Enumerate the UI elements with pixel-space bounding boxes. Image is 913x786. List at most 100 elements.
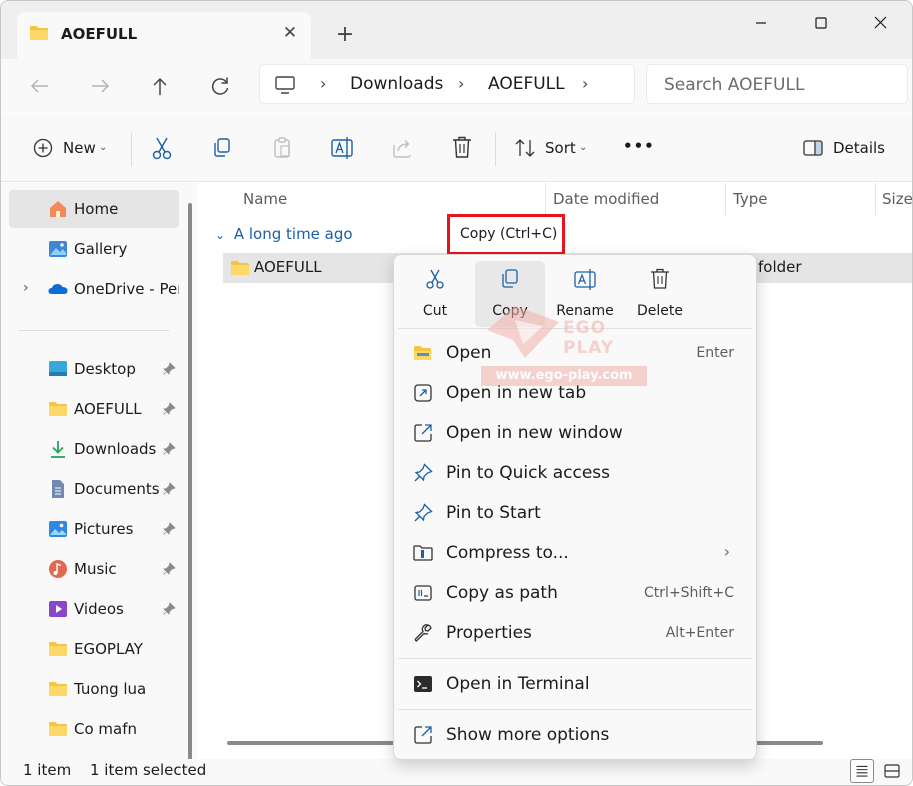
new-button[interactable]: New ⌄ <box>31 131 113 165</box>
sidebar-item-videos[interactable]: Videos <box>9 590 179 628</box>
context-copy-button[interactable]: Copy <box>475 261 545 327</box>
column-date-modified[interactable]: Date modified <box>553 190 659 208</box>
sidebar-item-gallery[interactable]: Gallery <box>9 230 179 268</box>
sidebar-item-tuong-lua[interactable]: Tuong lua <box>9 670 179 708</box>
more-button[interactable]: ••• <box>621 131 654 165</box>
menu-item-label: Open in new window <box>446 423 623 443</box>
up-arrow-icon[interactable] <box>143 69 177 103</box>
address-bar[interactable]: › Downloads › AOEFULL › <box>259 64 635 104</box>
selection-count: 1 item selected <box>90 761 207 779</box>
chevron-down-icon: ⌄ <box>99 142 108 153</box>
chevron-down-icon[interactable]: ⌄ <box>215 228 225 242</box>
context-delete-button[interactable]: Delete <box>625 261 695 327</box>
plus-circle-icon <box>33 138 53 158</box>
breadcrumb-downloads[interactable]: Downloads <box>350 74 443 94</box>
menu-item-label: Open in Terminal <box>446 674 590 694</box>
sidebar-item-music[interactable]: Music <box>9 550 179 588</box>
pin-icon[interactable] <box>162 602 176 616</box>
sidebar-item-co-mafn[interactable]: Co mafn <box>9 710 179 748</box>
close-icon[interactable]: ✕ <box>279 22 301 44</box>
context-cut-button[interactable]: Cut <box>400 261 470 327</box>
menu-item-open[interactable]: Open Enter <box>398 334 752 372</box>
gallery-icon <box>49 241 67 257</box>
paste-icon[interactable] <box>269 131 295 165</box>
minimize-icon[interactable] <box>738 7 784 39</box>
toolbar-divider <box>131 132 132 166</box>
sort-button[interactable]: Sort ⌄ <box>513 131 593 165</box>
delete-icon[interactable] <box>449 131 475 165</box>
menu-item-label: Copy as path <box>446 583 558 603</box>
refresh-icon[interactable] <box>203 69 237 103</box>
pin-icon[interactable] <box>162 402 176 416</box>
menu-item-pin-quick-access[interactable]: Pin to Quick access <box>398 454 752 492</box>
chevron-right-icon[interactable]: › <box>320 74 326 93</box>
menu-item-open-terminal[interactable]: Open in Terminal <box>398 665 752 703</box>
sidebar-item-desktop[interactable]: Desktop <box>9 350 179 388</box>
chevron-right-icon[interactable]: › <box>582 74 588 93</box>
menu-item-label: Open <box>446 343 492 363</box>
navigation-pane: Home Gallery › OneDrive - Perso Desktop <box>1 183 197 769</box>
tab-aoefull[interactable]: AOEFULL ✕ <box>17 12 311 59</box>
cut-label: Cut <box>422 303 448 319</box>
column-divider[interactable] <box>545 183 546 215</box>
pin-icon[interactable] <box>162 562 176 576</box>
sidebar-item-pictures[interactable]: Pictures <box>9 510 179 548</box>
pin-icon[interactable] <box>162 442 176 456</box>
share-icon[interactable] <box>389 131 415 165</box>
download-icon <box>51 441 65 458</box>
search-input[interactable]: Search AOEFULL <box>664 75 804 95</box>
column-type[interactable]: Type <box>733 190 767 208</box>
chevron-right-icon[interactable]: › <box>458 74 464 93</box>
pin-icon <box>414 503 433 522</box>
menu-item-open-new-tab[interactable]: Open in new tab <box>398 374 752 412</box>
new-tab-icon <box>414 384 432 402</box>
copy-icon[interactable] <box>209 131 235 165</box>
details-view-icon[interactable] <box>850 759 874 783</box>
plus-icon[interactable]: + <box>331 21 359 49</box>
sidebar-item-egoplay[interactable]: EGOPLAY <box>9 630 179 668</box>
column-size[interactable]: Size <box>882 190 912 208</box>
sidebar-item-label: EGOPLAY <box>74 640 143 658</box>
menu-item-shortcut: Alt+Enter <box>665 625 734 641</box>
tiles-view-icon[interactable] <box>880 759 904 783</box>
folder-icon <box>49 402 67 416</box>
details-pane-icon <box>803 140 823 156</box>
window-close-icon[interactable] <box>858 7 904 39</box>
menu-item-properties[interactable]: Properties Alt+Enter <box>398 614 752 652</box>
back-arrow-icon[interactable] <box>23 69 57 103</box>
sidebar-divider <box>19 330 169 331</box>
file-explorer-window: AOEFULL ✕ + › Downloads › AOEFULL › Sear… <box>0 0 913 786</box>
column-name[interactable]: Name <box>243 190 287 208</box>
sidebar-item-onedrive[interactable]: › OneDrive - Perso <box>9 270 179 308</box>
onedrive-icon <box>48 284 68 294</box>
pin-icon[interactable] <box>162 522 176 536</box>
sidebar-item-documents[interactable]: Documents <box>9 470 179 508</box>
menu-item-compress[interactable]: Compress to... › <box>398 534 752 572</box>
menu-item-pin-start[interactable]: Pin to Start <box>398 494 752 532</box>
group-header[interactable]: ⌄ A long time ago <box>215 225 353 243</box>
sidebar-item-label: Co mafn <box>74 720 138 738</box>
sidebar-scrollbar[interactable] <box>188 203 192 769</box>
sidebar-item-home[interactable]: Home <box>9 190 179 228</box>
search-box[interactable]: Search AOEFULL <box>646 64 908 104</box>
cut-icon[interactable] <box>149 131 175 165</box>
rename-icon[interactable] <box>329 131 355 165</box>
computer-icon <box>275 76 295 94</box>
details-button[interactable]: Details <box>801 131 891 165</box>
menu-item-open-new-window[interactable]: Open in new window <box>398 414 752 452</box>
sidebar-item-downloads[interactable]: Downloads <box>9 430 179 468</box>
forward-arrow-icon[interactable] <box>83 69 117 103</box>
breadcrumb-aoefull[interactable]: AOEFULL <box>488 74 565 94</box>
column-divider[interactable] <box>875 183 876 215</box>
context-rename-button[interactable]: Rename <box>550 261 620 327</box>
menu-item-copy-as-path[interactable]: Copy as path Ctrl+Shift+C <box>398 574 752 612</box>
chevron-down-icon: ⌄ <box>579 142 588 153</box>
maximize-icon[interactable] <box>798 7 844 39</box>
chevron-right-icon[interactable]: › <box>23 280 29 296</box>
menu-item-show-more-options[interactable]: Show more options <box>398 716 752 754</box>
sidebar-item-aoefull[interactable]: AOEFULL <box>9 390 179 428</box>
column-divider[interactable] <box>725 183 726 215</box>
pin-icon[interactable] <box>162 482 176 496</box>
menu-item-label: Open in new tab <box>446 383 587 403</box>
pin-icon[interactable] <box>162 362 176 376</box>
